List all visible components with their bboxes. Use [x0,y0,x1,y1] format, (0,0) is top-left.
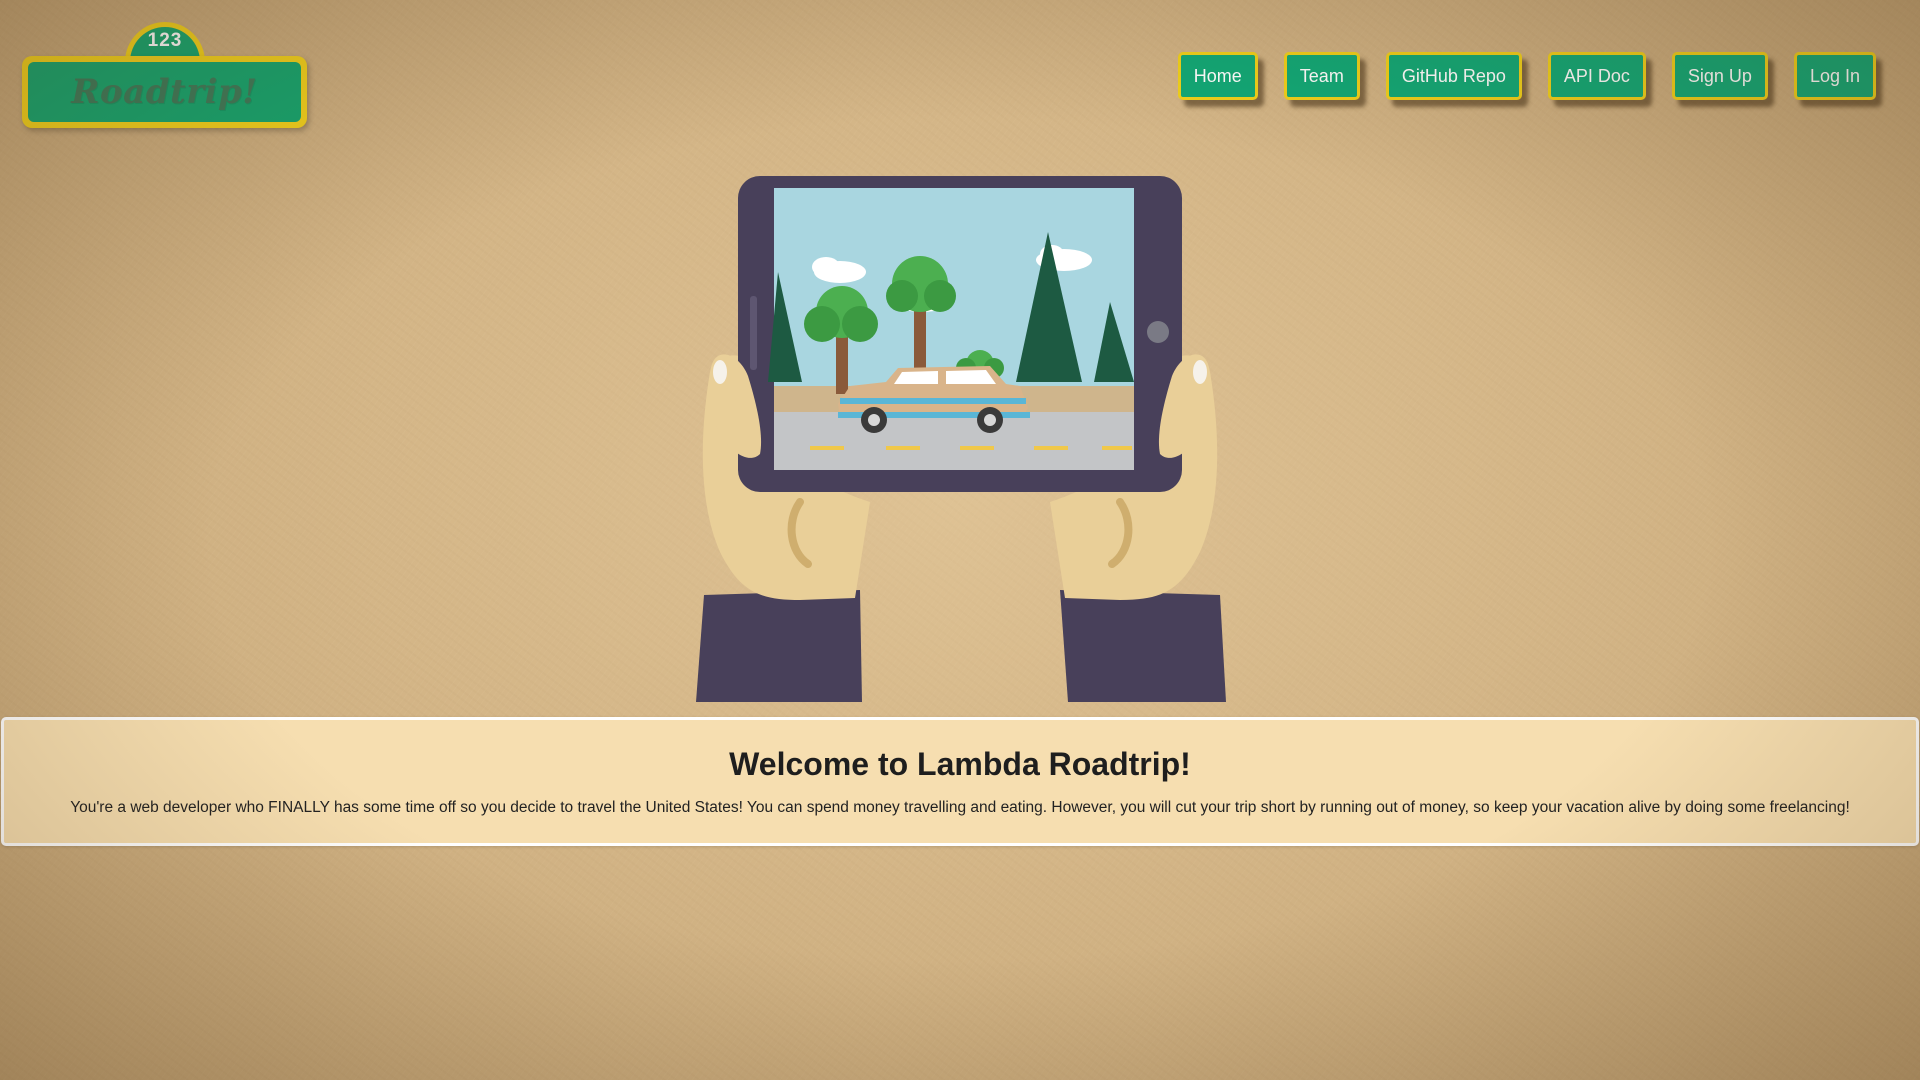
left-sleeve [696,590,862,702]
tablet-side-button [750,296,757,370]
nav-log-in-button[interactable]: Log In [1793,52,1876,100]
tablet-hands-illustration [696,176,1226,702]
nav-team-button[interactable]: Team [1283,52,1360,100]
nav-sign-up-button[interactable]: Sign Up [1671,52,1768,100]
logo-plate-inner: Roadtrip! [28,62,301,122]
welcome-description: You're a web developer who FINALLY has s… [70,799,1850,816]
right-sleeve [1060,590,1226,702]
logo-text: Roadtrip! [71,72,258,112]
nav-home-button[interactable]: Home [1177,52,1258,100]
nav-github-repo-button[interactable]: GitHub Repo [1385,52,1522,100]
logo[interactable]: 123 Roadtrip! [22,22,307,128]
main-nav: Home Team GitHub Repo API Doc Sign Up Lo… [1177,52,1876,100]
welcome-panel: Welcome to Lambda Roadtrip! You're a web… [1,717,1919,846]
nav-api-doc-button[interactable]: API Doc [1547,52,1646,100]
welcome-title: Welcome to Lambda Roadtrip! [729,746,1191,782]
hero-illustration [690,172,1230,702]
tablet-home-button [1147,321,1169,343]
logo-plate: Roadtrip! [22,56,307,128]
